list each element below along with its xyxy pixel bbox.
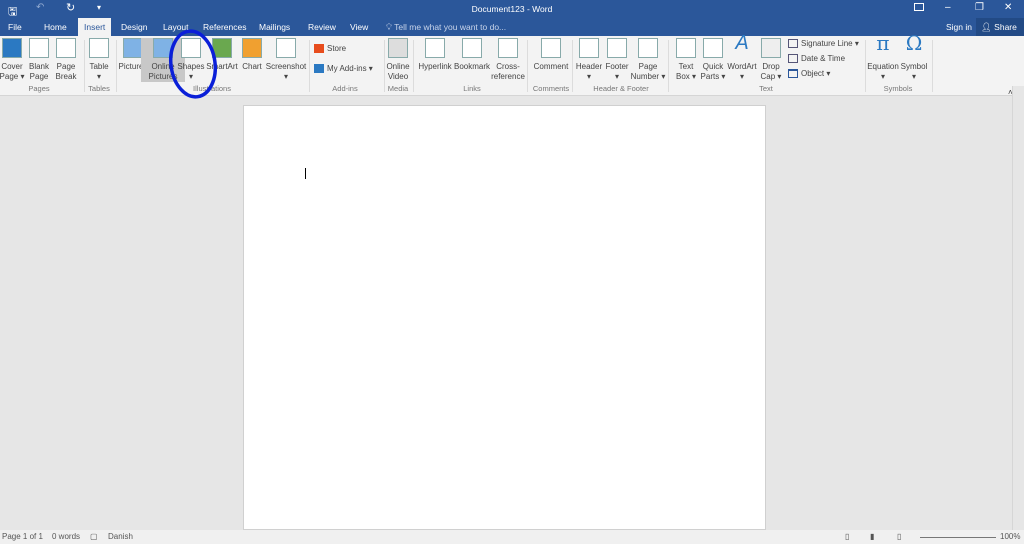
text-cursor [305, 168, 306, 179]
symbol-button[interactable]: Ω Symbol ▾ [892, 31, 936, 82]
title-bar: 🖫 ↶ ↻ ▾ Document123 - Word – ❐ ✕ [0, 0, 1024, 18]
web-layout-icon[interactable]: ▯ [897, 530, 901, 544]
document-page[interactable] [243, 105, 766, 530]
group-label-media: Media [387, 84, 409, 93]
screenshot-label-1: Screenshot [265, 62, 307, 71]
my-addins-button[interactable]: My Add-ins ▾ [314, 64, 373, 74]
group-divider [527, 40, 528, 92]
drop-cap-label-2: Cap ▾ [760, 72, 782, 81]
comment-icon [541, 38, 561, 58]
screenshot-label-2: ▾ [283, 72, 288, 81]
group-label-text: Text [759, 84, 773, 93]
print-layout-icon[interactable]: ▮ [870, 530, 874, 544]
group-label-tables: Tables [88, 84, 110, 93]
annotation-circle [168, 29, 218, 99]
cross-reference-label-1: Cross- [496, 62, 520, 71]
tab-mailings[interactable]: Mailings [253, 18, 296, 36]
footer-icon [607, 38, 627, 58]
ribbon-display-icon[interactable] [914, 3, 924, 11]
group-label-pages: Pages [28, 84, 50, 93]
tab-insert[interactable]: Insert [78, 18, 112, 36]
group-divider [932, 40, 933, 92]
person-icon: 👤︎ [981, 22, 992, 32]
page-number-icon [638, 38, 658, 58]
group-divider [84, 40, 85, 92]
status-bar: Page 1 of 1 0 words ▢ Danish ▯ ▮ ▯ 100% [0, 530, 1024, 544]
tab-view[interactable]: View [344, 18, 374, 36]
screenshot-button[interactable]: Screenshot ▾ [264, 38, 308, 82]
share-button[interactable]: 👤︎ Share [976, 18, 1024, 36]
group-divider [668, 40, 669, 92]
drop-cap-label-1: Drop [762, 62, 780, 71]
addins-icon [314, 64, 324, 74]
vertical-scrollbar[interactable] [1012, 86, 1024, 530]
chart-icon [242, 38, 262, 58]
store-icon [314, 44, 324, 54]
online-video-icon [388, 38, 408, 58]
language[interactable]: Danish [108, 530, 133, 544]
drop-cap-button[interactable]: Drop Cap ▾ [749, 38, 793, 82]
group-label-symbols: Symbols [883, 84, 913, 93]
proofing-icon[interactable]: ▢ [90, 530, 98, 544]
page-count[interactable]: Page 1 of 1 [2, 530, 43, 544]
group-divider [116, 40, 117, 92]
object-button[interactable]: Object ▾ [788, 69, 830, 79]
zoom-level[interactable]: 100% [1000, 530, 1020, 544]
ribbon-tabs: File Home Insert Design Layout References Mail… [0, 18, 1024, 36]
tab-review[interactable]: Review [302, 18, 342, 36]
group-divider [572, 40, 573, 92]
cross-reference-button[interactable]: Cross-reference [486, 38, 530, 82]
zoom-slider[interactable] [920, 537, 996, 538]
object-icon [788, 69, 798, 79]
lightbulb-icon: 💡︎ [386, 22, 395, 32]
group-divider [384, 40, 385, 92]
group-divider [865, 40, 866, 92]
tell-me-search[interactable]: 💡︎ Tell me what you want to do... [386, 22, 506, 33]
window-title: Document123 - Word [471, 4, 553, 14]
pictures-icon [123, 38, 143, 58]
tab-file[interactable]: File [2, 18, 28, 36]
calendar-icon [788, 54, 798, 64]
group-divider [413, 40, 414, 92]
hyperlink-icon [425, 38, 445, 58]
symbol-label-2: ▾ [911, 72, 916, 81]
ribbon-insert: Cover Page ▾ Blank Page Page Break Table ▾ Pictu… [0, 31, 1024, 97]
symbol-label-1: Symbol [900, 62, 928, 71]
date-time-button[interactable]: Date & Time [788, 54, 845, 64]
restore-button[interactable]: ❐ [975, 2, 984, 13]
group-label-header-footer: Header & Footer [593, 84, 649, 93]
close-button[interactable]: ✕ [1004, 2, 1012, 13]
minimize-button[interactable]: – [945, 2, 951, 13]
group-label-add-ins: Add-ins [332, 84, 358, 93]
drop-cap-icon [761, 38, 781, 58]
signature-icon [788, 39, 798, 49]
cross-reference-icon [498, 38, 518, 58]
tab-home[interactable]: Home [38, 18, 73, 36]
group-divider [309, 40, 310, 92]
screenshot-icon [276, 38, 296, 58]
page-break-icon [56, 38, 76, 58]
symbol-icon: Ω [905, 31, 923, 55]
cross-reference-label-2: reference [491, 72, 525, 81]
group-label-comments: Comments [532, 84, 570, 93]
bookmark-icon [462, 38, 482, 58]
read-mode-icon[interactable]: ▯ [845, 530, 849, 544]
sign-in-link[interactable]: Sign in [946, 22, 972, 32]
table-icon [89, 38, 109, 58]
word-count[interactable]: 0 words [52, 530, 80, 544]
tab-design[interactable]: Design [115, 18, 153, 36]
store-button[interactable]: Store [314, 44, 346, 54]
group-label-links: Links [463, 84, 481, 93]
signature-line-button[interactable]: Signature Line ▾ [788, 39, 859, 49]
